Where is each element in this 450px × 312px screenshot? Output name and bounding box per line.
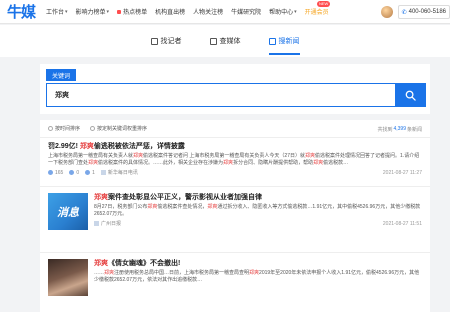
sort-bar: 按时间排序 按定制关键词权重排序 共找到 4,399 条新闻 bbox=[40, 120, 430, 138]
result-count: 共找到 4,399 条新闻 bbox=[377, 126, 422, 133]
hotline-number: 400-060-5186 bbox=[408, 9, 446, 15]
hotline-button[interactable]: ✆ 400-060-5186 bbox=[397, 5, 450, 19]
summary-text: 拆分合同、隐瞒片酬提供帮助，帮助 bbox=[233, 160, 314, 166]
keyword-highlight: 郑爽 bbox=[104, 270, 115, 276]
like-count: 1 bbox=[85, 170, 95, 176]
radio[interactable] bbox=[48, 126, 53, 131]
result-summary: 8月27日，税务部门公布郑爽偷逃税案件查处情况，郑爽通过拆分收入、隐匿收入等方式… bbox=[94, 204, 422, 218]
keyword-highlight: 郑爽 bbox=[249, 270, 260, 276]
result-meta: 165 0 1 新华每日电讯 2021-08-27 11:27 bbox=[48, 167, 422, 178]
keyword-highlight: 郑爽 bbox=[305, 153, 316, 159]
result-title[interactable]: 郑爽《倩女幽魂》不会撤出! bbox=[94, 259, 422, 269]
search-type-tabs: 找记者 查媒体 搜新闻 bbox=[0, 25, 450, 57]
summary-text: 偷逃税案件的具体情况。……此外，相关企业存在涉嫌为 bbox=[98, 160, 224, 166]
publish-time: 2021-08-27 11:27 bbox=[382, 169, 422, 176]
main-menu: 工作台 ▾ 影响力榜单 ▾ 热点榜单 机构直出榜 人物关注榜 牛媒研究院 帮助中心 ▾… bbox=[42, 0, 333, 24]
result-item[interactable]: 罚2.99亿! 郑爽偷逃税被依法严惩，详情披露 上海市税务局第一稽查局有关负责人… bbox=[40, 138, 430, 187]
search-panel: 关键词 bbox=[40, 64, 430, 114]
summary-text: 8月27日，税务部门公布 bbox=[94, 204, 148, 210]
summary-text: 偷逃税款… bbox=[323, 160, 349, 166]
result-summary: 上海市税务局第一稽查局有关负责人就郑爽偷逃税案件答记者问 上海市税务局第一稽查局… bbox=[48, 153, 422, 167]
nav-item-people-rank[interactable]: 人物关注榜 bbox=[189, 0, 227, 24]
nav-item-hot-rank[interactable]: 热点榜单 bbox=[113, 0, 151, 24]
top-navigation: 牛媒 工作台 ▾ 影响力榜单 ▾ 热点榜单 机构直出榜 人物关注榜 牛媒研究院 帮助… bbox=[0, 0, 450, 24]
radio[interactable] bbox=[90, 126, 96, 131]
summary-text: …… bbox=[94, 270, 104, 276]
chevron-down-icon: ▾ bbox=[294, 8, 297, 15]
result-meta: 广州日报 2021-08-27 11:51 bbox=[94, 218, 422, 229]
result-title[interactable]: 郑爽案件查处彰显公平正义，警示影视从业者加强自律 bbox=[94, 193, 422, 203]
hot-icon bbox=[117, 9, 122, 14]
search-box bbox=[46, 83, 426, 107]
results-panel: 按时间排序 按定制关键词权重排序 共找到 4,399 条新闻 罚2.99亿! 郑爽偷… bbox=[40, 120, 430, 312]
chevron-down-icon: ▾ bbox=[65, 8, 68, 15]
source-icon bbox=[94, 221, 99, 226]
search-input[interactable] bbox=[47, 84, 395, 106]
keyword-highlight: 郑爽 bbox=[207, 204, 218, 210]
result-item[interactable]: 郑爽《倩女幽魂》不会撤出! ……郑爽注册使用税务总局中国…日前，上海市税务局第一… bbox=[40, 253, 430, 312]
eye-icon bbox=[48, 170, 53, 175]
result-summary: ……郑爽注册使用税务总局中国…日前，上海市税务局第一稽查局查明郑爽2019年至2… bbox=[94, 270, 422, 284]
keyword-tab[interactable]: 关键词 bbox=[46, 69, 77, 81]
nav-item-workbench[interactable]: 工作台 ▾ bbox=[42, 0, 72, 24]
nav-item-help-center[interactable]: 帮助中心 ▾ bbox=[265, 0, 301, 24]
sort-by-keyword-weight[interactable]: 按定制关键词权重排序 bbox=[90, 125, 147, 132]
read-count: 165 bbox=[48, 170, 63, 176]
logo[interactable]: 牛媒 bbox=[0, 0, 42, 24]
user-area: ✆ 400-060-5186 bbox=[380, 0, 450, 24]
journalist-icon bbox=[150, 37, 158, 45]
comment-icon bbox=[69, 170, 75, 175]
nav-item-research[interactable]: 牛媒研究院 bbox=[227, 0, 265, 24]
keyword-highlight: 郑爽 bbox=[88, 160, 99, 166]
thumbnail[interactable] bbox=[48, 259, 88, 296]
keyword-highlight: 郑爽 bbox=[133, 153, 144, 159]
tab-search-news[interactable]: 搜新闻 bbox=[268, 25, 300, 57]
phone-icon: ✆ bbox=[401, 9, 407, 16]
publish-time: 2021-08-27 11:51 bbox=[382, 220, 422, 227]
source-icon bbox=[100, 170, 106, 175]
result-item[interactable]: 消息 郑爽案件查处彰显公平正义，警示影视从业者加强自律 8月27日，税务部门公布… bbox=[40, 187, 430, 253]
media-icon bbox=[209, 37, 217, 45]
tab-find-media[interactable]: 查媒体 bbox=[209, 25, 241, 57]
sort-by-time[interactable]: 按时间排序 bbox=[48, 125, 80, 132]
summary-text: 偷逃税案件查处情况， bbox=[157, 204, 208, 210]
nav-item-influence-rank[interactable]: 影响力榜单 ▾ bbox=[72, 0, 114, 24]
new-badge: NEW bbox=[317, 1, 331, 7]
tab-find-journalist[interactable]: 找记者 bbox=[150, 25, 182, 57]
avatar[interactable] bbox=[380, 6, 393, 18]
summary-text: 偷逃税案件答记者问 上海市税务局第一稽查局有关负责人今天（27日）就 bbox=[143, 153, 305, 159]
keyword-highlight: 郑爽 bbox=[313, 160, 324, 166]
chevron-down-icon: ▾ bbox=[106, 8, 110, 15]
like-icon bbox=[85, 170, 91, 175]
summary-text: 上海市税务局第一稽查局有关负责人就 bbox=[48, 153, 134, 159]
keyword-highlight: 郑爽 bbox=[223, 160, 234, 166]
search-icon bbox=[405, 90, 416, 101]
search-button[interactable] bbox=[395, 84, 425, 106]
comment-count: 0 bbox=[69, 170, 79, 176]
news-icon bbox=[268, 37, 276, 45]
nav-item-org-rank[interactable]: 机构直出榜 bbox=[151, 0, 189, 24]
thumbnail[interactable]: 消息 bbox=[48, 193, 88, 230]
result-title[interactable]: 罚2.99亿! 郑爽偷逃税被依法严惩，详情披露 bbox=[48, 142, 422, 152]
summary-text: 注册使用税务总局中国…日前，上海市税务局第一稽查局查明 bbox=[114, 270, 250, 276]
source[interactable]: 新华每日电讯 bbox=[100, 169, 138, 176]
source[interactable]: 广州日报 bbox=[94, 220, 121, 227]
keyword-highlight: 郑爽 bbox=[147, 204, 158, 210]
